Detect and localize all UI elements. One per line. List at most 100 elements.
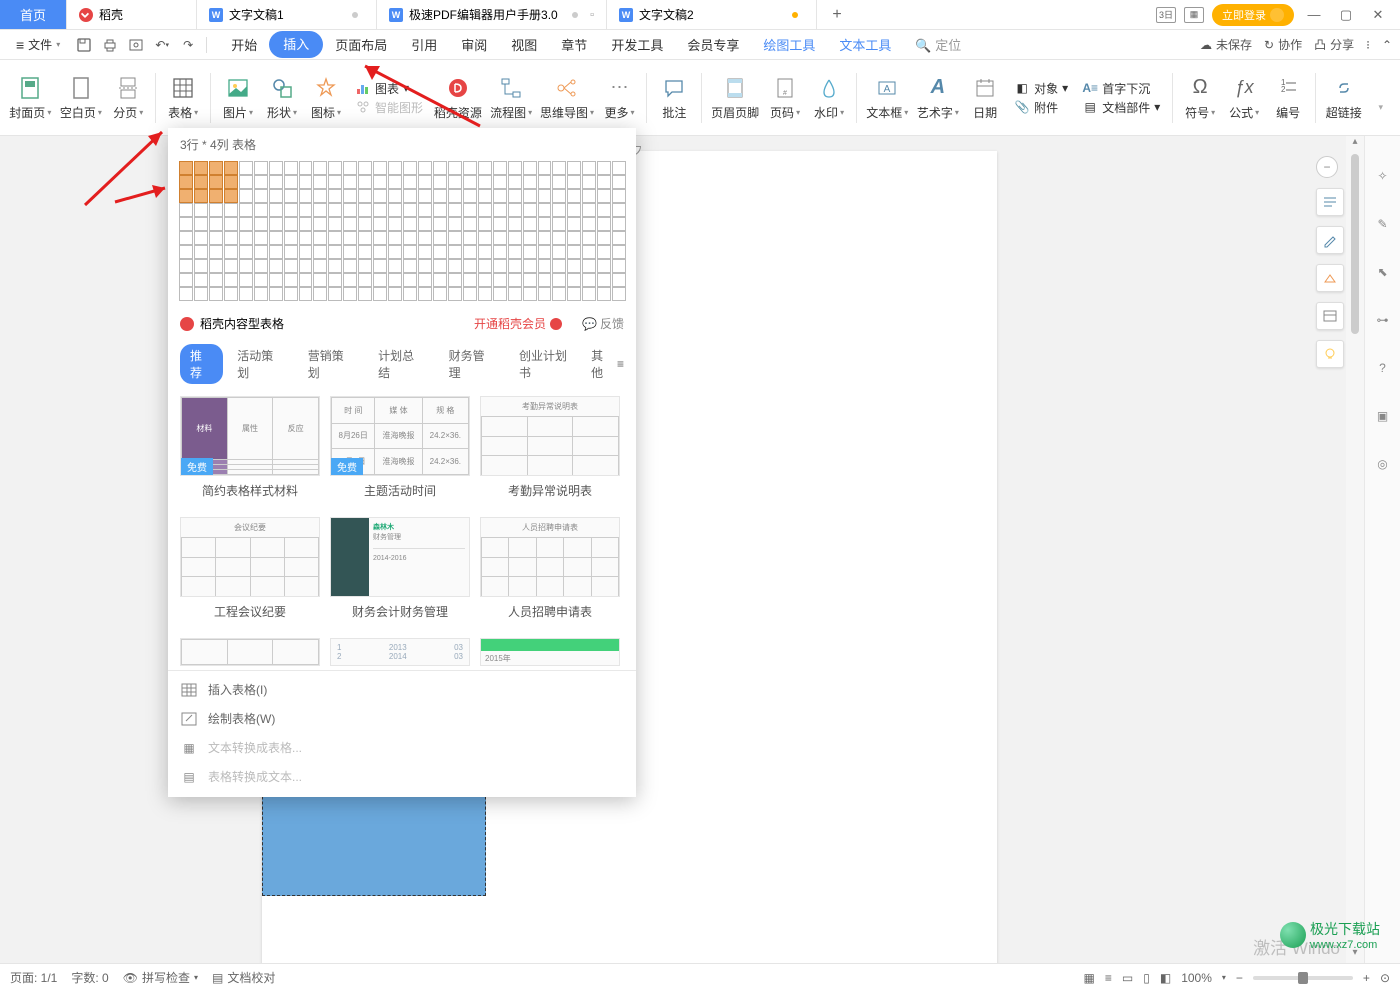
chart-button[interactable]: 图表▾: [351, 80, 427, 97]
menu-chapter[interactable]: 章节: [549, 31, 599, 58]
login-button[interactable]: 立即登录: [1212, 4, 1294, 26]
print-icon[interactable]: [100, 35, 120, 55]
cat-finance[interactable]: 财务管理: [439, 344, 505, 384]
close-dot[interactable]: [352, 12, 358, 18]
zoom-out-round[interactable]: −: [1316, 156, 1338, 178]
table-grid-picker[interactable]: [168, 161, 636, 309]
template-item[interactable]: 考勤异常说明表 考勤异常说明表: [480, 396, 620, 505]
share-button[interactable]: 凸分享: [1314, 36, 1354, 53]
view-mode-4[interactable]: ▯: [1143, 971, 1150, 985]
doc-tab-1[interactable]: W文字文稿1: [197, 0, 377, 29]
header-footer-button[interactable]: 页眉页脚: [708, 71, 762, 125]
side-tool-pencil[interactable]: [1316, 226, 1344, 254]
template-item[interactable]: 森林木财务管理2014-2016 财务会计财务管理: [330, 517, 470, 626]
feedback-link[interactable]: 💬反馈: [582, 315, 624, 332]
shapes-button[interactable]: 形状▾: [261, 71, 303, 125]
menu-ref[interactable]: 引用: [399, 31, 449, 58]
collab-button[interactable]: ↻协作: [1264, 36, 1302, 53]
unsaved-indicator[interactable]: ☁未保存: [1200, 36, 1252, 53]
apps-icon[interactable]: ▦: [1184, 7, 1204, 23]
view-mode-2[interactable]: ≡: [1105, 971, 1112, 985]
dao-tab[interactable]: 稻壳: [67, 0, 197, 29]
minimize-button[interactable]: —: [1302, 7, 1326, 22]
symbol-button[interactable]: Ω符号▾: [1179, 71, 1221, 125]
doc-tab-2[interactable]: W极速PDF编辑器用户手册3.0▫: [377, 0, 607, 29]
ribbon-more-icon[interactable]: ▾: [1367, 71, 1394, 125]
side-tool-1[interactable]: [1316, 188, 1344, 216]
collapse-ribbon-icon[interactable]: ⌃: [1382, 38, 1392, 52]
template-item[interactable]: 材料属性反应免费 简约表格样式材料: [180, 396, 320, 505]
redo-icon[interactable]: ↷: [178, 35, 198, 55]
doc-tab-active[interactable]: W文字文稿2: [607, 0, 817, 29]
menu-start[interactable]: 开始: [219, 31, 269, 58]
template-item[interactable]: 2015年: [480, 638, 620, 666]
fit-icon[interactable]: ⊙: [1380, 971, 1390, 985]
smartart-button[interactable]: 智能图形: [351, 99, 427, 116]
rail-assist-icon[interactable]: ✧: [1373, 166, 1393, 186]
attachment-button[interactable]: 📎附件: [1010, 99, 1072, 116]
cat-other[interactable]: 其他 ≡: [591, 347, 624, 381]
icons-button[interactable]: 图标▾: [305, 71, 347, 125]
scroll-up-icon[interactable]: ▴: [1352, 136, 1357, 152]
picture-button[interactable]: 图片▾: [217, 71, 259, 125]
mindmap-button[interactable]: 思维导图▾: [537, 71, 596, 125]
formula-button[interactable]: ƒx公式▾: [1223, 71, 1265, 125]
cat-event[interactable]: 活动策划: [227, 344, 293, 384]
word-count[interactable]: 字数: 0: [71, 969, 108, 986]
menu-vip[interactable]: 会员专享: [675, 31, 751, 58]
cat-recommended[interactable]: 推荐: [180, 344, 223, 384]
maximize-button[interactable]: ▢: [1334, 7, 1358, 23]
flowchart-button[interactable]: 流程图▾: [487, 71, 536, 125]
menu-insert[interactable]: 插入: [269, 31, 323, 58]
template-item[interactable]: 人员招聘申请表 人员招聘申请表: [480, 517, 620, 626]
comment-button[interactable]: 批注: [653, 71, 695, 125]
menu-view[interactable]: 视图: [499, 31, 549, 58]
zoom-out[interactable]: −: [1236, 971, 1243, 985]
cat-summary[interactable]: 计划总结: [368, 344, 434, 384]
home-tab[interactable]: 首页: [0, 0, 67, 29]
insert-table-option[interactable]: 插入表格(I): [168, 670, 636, 704]
docpart-button[interactable]: ▤文档部件▾: [1078, 99, 1164, 116]
locate-button[interactable]: 🔍 定位: [903, 31, 973, 58]
template-item[interactable]: 12013032201403: [330, 638, 470, 666]
view-mode-1[interactable]: ▦: [1084, 971, 1095, 985]
draw-table-option[interactable]: 绘制表格(W): [168, 704, 636, 733]
spellcheck-toggle[interactable]: 👁拼写检查▾: [123, 969, 198, 986]
blank-page-button[interactable]: 空白页▾: [57, 71, 106, 125]
side-tool-layout[interactable]: [1316, 302, 1344, 330]
numbering-button[interactable]: 12编号: [1267, 71, 1309, 125]
undo-icon[interactable]: ↶▾: [152, 35, 172, 55]
cover-page-button[interactable]: 封面页▾: [6, 71, 55, 125]
side-tool-shape[interactable]: [1316, 264, 1344, 292]
menu-devtools[interactable]: 开发工具: [599, 31, 675, 58]
template-item[interactable]: 时 间媒 体规 格8月26日淮海晚报24.2×36.8月2日淮海晚报24.2×3…: [330, 396, 470, 505]
hyperlink-button[interactable]: 超链接: [1322, 71, 1365, 125]
view-mode-3[interactable]: ▭: [1122, 971, 1133, 985]
page-indicator[interactable]: 页面: 1/1: [10, 969, 57, 986]
vertical-scrollbar[interactable]: ▴ ▾: [1346, 136, 1364, 963]
cat-plan[interactable]: 创业计划书: [509, 344, 587, 384]
more-icon[interactable]: ⁝: [1366, 38, 1370, 52]
more-button[interactable]: ⋯更多▾: [598, 71, 640, 125]
dao-res-button[interactable]: 稻壳资源: [431, 71, 485, 125]
date-button[interactable]: 日期: [964, 71, 1006, 125]
days-badge[interactable]: 3日: [1156, 7, 1176, 23]
proof-button[interactable]: ▤文档校对: [212, 969, 275, 986]
menu-text[interactable]: 文本工具: [827, 31, 903, 58]
zoom-value[interactable]: 100%: [1181, 971, 1212, 985]
rail-help-icon[interactable]: ?: [1373, 358, 1393, 378]
scroll-thumb[interactable]: [1351, 154, 1359, 334]
file-menu[interactable]: ≡文件▾: [8, 36, 68, 53]
table-button[interactable]: 表格▾: [162, 71, 204, 125]
menu-layout[interactable]: 页面布局: [323, 31, 399, 58]
object-button[interactable]: ◧对象▾: [1010, 80, 1072, 97]
rail-target-icon[interactable]: ◎: [1373, 454, 1393, 474]
page-break-button[interactable]: 分页▾: [107, 71, 149, 125]
box-icon[interactable]: ▫: [590, 9, 594, 21]
template-item[interactable]: 会议纪要 工程会议纪要: [180, 517, 320, 626]
cat-marketing[interactable]: 营销策划: [298, 344, 364, 384]
side-tool-bulb[interactable]: [1316, 340, 1344, 368]
rail-settings-icon[interactable]: ⊶: [1373, 310, 1393, 330]
close-button[interactable]: ✕: [1366, 7, 1390, 23]
view-mode-5[interactable]: ◧: [1160, 971, 1171, 985]
